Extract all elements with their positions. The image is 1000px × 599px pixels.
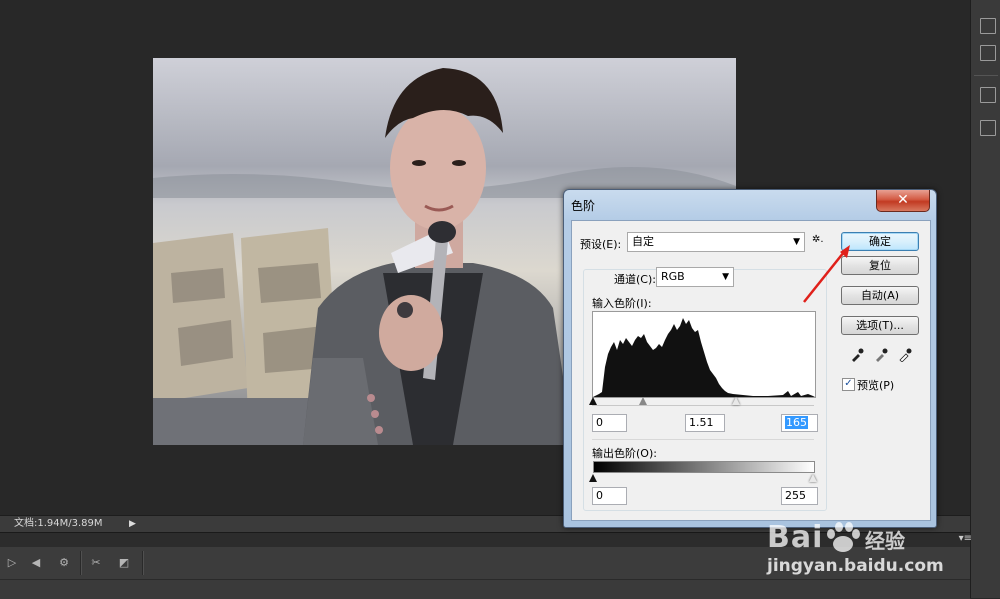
preset-value: 自定 [632, 235, 654, 248]
input-white-field[interactable]: 165 [781, 414, 818, 432]
channel-value: RGB [661, 270, 685, 283]
preset-label: 预设(E): [580, 238, 622, 251]
channel-label: 通道(C): [612, 271, 658, 287]
input-gamma-handle[interactable] [639, 397, 647, 405]
baidu-watermark: Bai 经验 jingyan.baidu.com [765, 520, 965, 580]
bottom-bar [0, 579, 970, 599]
input-gamma-value: 1.51 [689, 416, 714, 429]
dialog-body: 预设(E): 自定 ▼ ✲. 通道(C): RGB ▼ 输入色阶(I): 0 1… [571, 220, 931, 521]
levels-dialog: 色阶 ✕ 预设(E): 自定 ▼ ✲. 通道(C): RGB ▼ 输入色阶(I)… [563, 189, 937, 528]
watermark-url: jingyan.baidu.com [767, 556, 944, 576]
input-levels-label: 输入色阶(I): [592, 297, 652, 310]
output-white-handle[interactable] [809, 474, 817, 482]
channel-select[interactable]: RGB ▼ [656, 267, 734, 287]
step-back-icon[interactable]: ◀ [28, 555, 44, 571]
status-menu-arrow-icon[interactable]: ▶ [129, 516, 136, 532]
section-divider [592, 439, 814, 440]
chevron-down-icon: ▼ [722, 272, 729, 282]
panel-separator [974, 75, 998, 76]
play-icon[interactable]: ▷ [4, 555, 20, 571]
annotation-arrow [803, 245, 850, 303]
input-white-point-handle[interactable] [732, 397, 740, 405]
output-black-field[interactable]: 0 [592, 487, 627, 505]
output-black-value: 0 [596, 489, 603, 502]
paw-icon [827, 522, 860, 552]
toolbar-separator [142, 551, 144, 575]
input-gamma-field[interactable]: 1.51 [685, 414, 725, 432]
output-white-value: 255 [785, 489, 806, 502]
input-slider-track [592, 405, 814, 406]
settings-icon[interactable]: ⚙ [56, 555, 72, 571]
options-button[interactable]: 选项(T)... [841, 316, 919, 335]
panel-icon-3[interactable] [980, 87, 996, 103]
preview-checkbox[interactable]: ✓ [842, 378, 855, 391]
gray-eyedropper-icon[interactable] [874, 348, 888, 362]
histogram-graph [593, 318, 815, 397]
panel-dock-strip [970, 0, 1000, 598]
close-icon[interactable]: ✕ [876, 190, 930, 212]
histogram [592, 311, 816, 398]
output-levels-label: 输出色阶(O): [592, 447, 657, 460]
black-eyedropper-icon[interactable] [850, 348, 864, 362]
input-white-value: 165 [785, 416, 808, 429]
transition-icon[interactable]: ◩ [116, 555, 132, 571]
output-gradient-bar [593, 461, 815, 473]
output-black-handle[interactable] [589, 474, 597, 482]
dialog-title: 色阶 [571, 199, 596, 213]
panel-icon-1[interactable] [980, 18, 996, 34]
input-black-point-handle[interactable] [589, 397, 597, 405]
watermark-logo: Bai [767, 520, 824, 555]
preset-select[interactable]: 自定 ▼ [627, 232, 805, 252]
doc-size-info: 文档:1.94M/3.89M [14, 518, 103, 529]
toolbar-separator [80, 551, 82, 575]
scissors-icon[interactable]: ✂ [88, 555, 104, 571]
output-white-field[interactable]: 255 [781, 487, 818, 505]
input-black-field[interactable]: 0 [592, 414, 627, 432]
white-eyedropper-icon[interactable] [898, 348, 912, 363]
preview-label: 预览(P) [857, 379, 895, 392]
input-black-value: 0 [596, 416, 603, 429]
watermark-subtitle: 经验 [865, 529, 905, 553]
panel-icon-2[interactable] [980, 45, 996, 61]
panel-icon-4[interactable] [980, 120, 996, 136]
